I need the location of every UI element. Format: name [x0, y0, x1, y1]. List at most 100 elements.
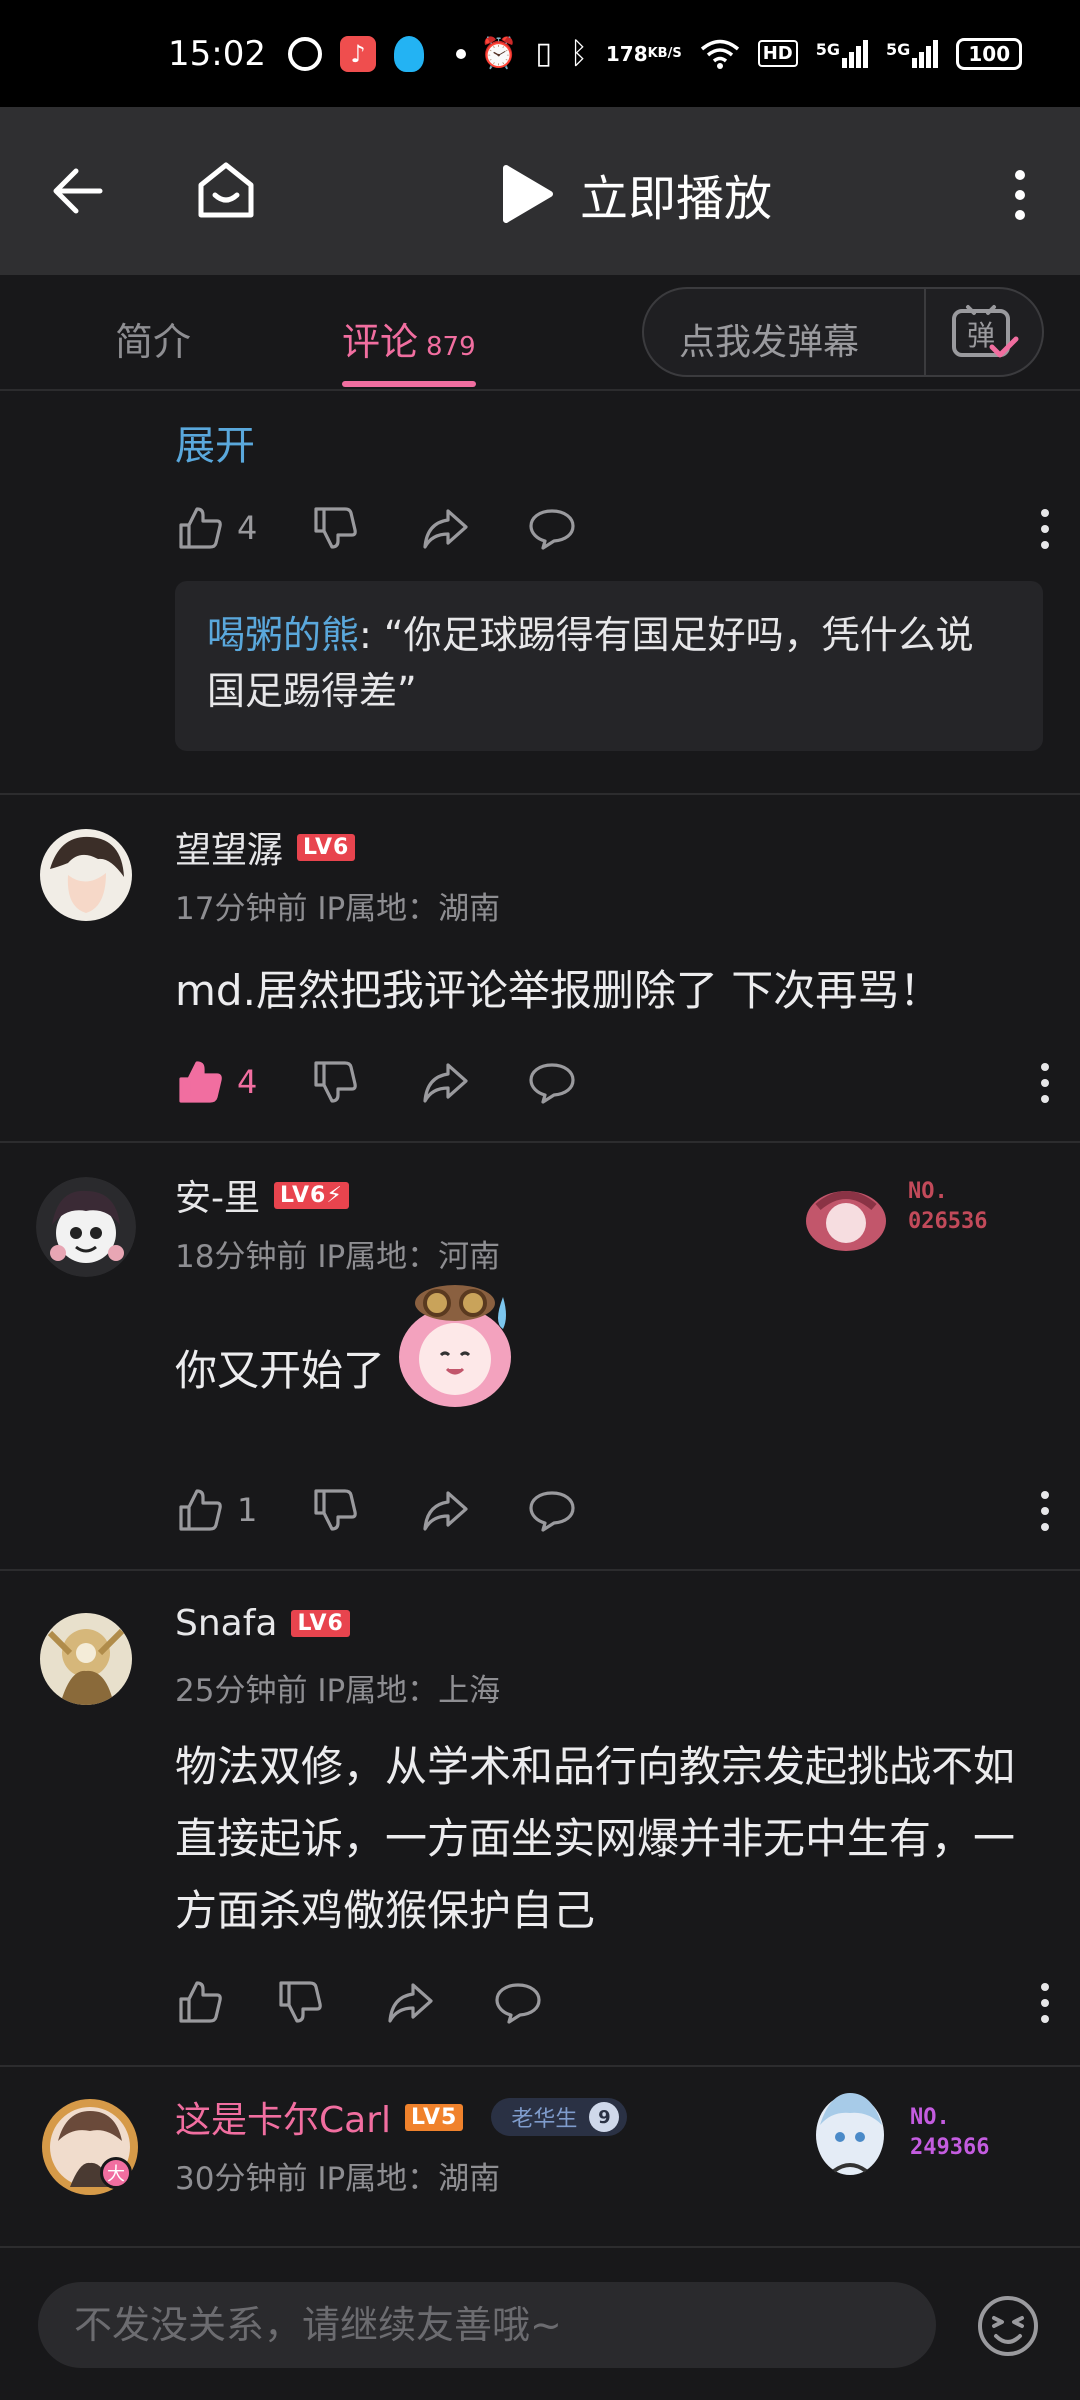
ip-location: IP属地：湖南 — [317, 891, 501, 927]
avatar[interactable] — [40, 829, 132, 921]
share-icon — [423, 1063, 468, 1103]
fan-badge-image — [816, 2093, 884, 2175]
home-icon[interactable] — [195, 159, 257, 221]
like-count: 1 — [237, 1491, 258, 1529]
comment-meta: 25分钟前 IP属地：上海 — [175, 1665, 500, 1710]
play-now-label: 立即播放 — [580, 171, 773, 227]
comment-input[interactable] — [38, 2282, 936, 2368]
comment-text-row[interactable]: 你又开始了 — [175, 1267, 1045, 1407]
emoji-icon[interactable] — [976, 2294, 1040, 2358]
comments-count: 879 — [426, 332, 476, 362]
username-text: 望望潺 — [175, 830, 284, 871]
ip-location: IP属地：湖南 — [317, 2161, 501, 2197]
avatar[interactable] — [36, 1177, 136, 1277]
reply-button[interactable] — [527, 1057, 577, 1107]
expand-link[interactable]: 展开 — [175, 413, 255, 471]
danmaku-input-button[interactable]: 点我发弹幕 弹 — [642, 287, 1044, 377]
comment-actions: 4 — [175, 1057, 1055, 1113]
username-text: 这是卡尔Carl — [175, 2100, 392, 2141]
signal-sim2-icon: 5G — [886, 39, 939, 68]
wifi-icon — [700, 38, 740, 70]
thumbs-down-icon — [314, 507, 357, 549]
share-button[interactable] — [420, 1057, 470, 1107]
thumbs-up-icon — [179, 1981, 222, 2023]
thumbs-up-icon — [179, 1489, 222, 1531]
more-options-icon[interactable] — [1000, 165, 1040, 225]
dislike-button[interactable] — [310, 503, 360, 553]
share-icon — [388, 1983, 433, 2023]
avatar[interactable]: 大 — [40, 2097, 140, 2197]
share-icon — [423, 509, 468, 549]
comment-bubble-icon — [529, 1491, 575, 1532]
comment-actions — [175, 1977, 1055, 2033]
danmaku-toggle-icon[interactable]: 弹 — [944, 303, 1024, 363]
back-arrow-icon[interactable] — [50, 163, 106, 219]
divider — [0, 2065, 1080, 2067]
vibrate-icon: ▯ — [535, 36, 552, 71]
avatar[interactable] — [40, 1613, 132, 1705]
like-button[interactable] — [175, 1977, 225, 2027]
dislike-button[interactable] — [310, 1057, 360, 1107]
reply-button[interactable] — [527, 503, 577, 553]
share-button[interactable] — [420, 1485, 470, 1535]
like-button[interactable]: 1 — [175, 1485, 257, 1535]
fan-badge[interactable]: NO. 249366 — [810, 2085, 1050, 2175]
tab-comments[interactable]: 评论 879 — [342, 311, 476, 366]
share-button[interactable] — [385, 1977, 435, 2027]
comment-more-icon[interactable] — [1035, 1489, 1055, 1537]
clock: 15:02 — [168, 33, 266, 74]
thumbs-down-icon — [279, 1981, 322, 2023]
comment-more-icon[interactable] — [1035, 1061, 1055, 1109]
like-count: 4 — [237, 509, 258, 547]
reply-preview[interactable]: 喝粥的熊: “你足球踢得有国足好吗，凭什么说国足踢得差” — [175, 581, 1043, 751]
hd-voice-icon: HD — [757, 40, 798, 67]
username-text: 安-里 — [175, 1178, 260, 1219]
comment-bubble-icon — [529, 1063, 575, 1104]
level-badge: LV6 — [291, 1610, 350, 1637]
like-button[interactable]: 4 — [175, 1057, 257, 1107]
netease-music-icon — [287, 36, 322, 71]
reply-author[interactable]: 喝粥的熊 — [207, 613, 359, 657]
play-now-button[interactable]: 立即播放 — [500, 159, 772, 229]
comment-more-icon[interactable] — [1035, 1981, 1055, 2029]
comment-list[interactable]: 展开 4 喝粥的熊: “你足球踢得有国足好吗，凭什么说国足踢得差” 望望潺 LV6… — [0, 393, 1080, 2243]
fan-badge[interactable]: NO. 026536 — [788, 1177, 1028, 1257]
comment-input-bar — [0, 2246, 1080, 2400]
divider — [0, 1569, 1080, 1571]
level-badge: LV6⚡ — [274, 1181, 349, 1209]
username-text: Snafa — [175, 1603, 278, 1644]
comment-time: 30分钟前 — [175, 2161, 308, 2197]
tab-bar: 简介 评论 879 点我发弹幕 弹 — [0, 275, 1080, 391]
fan-badge-image — [806, 1191, 886, 1251]
share-button[interactable] — [420, 503, 470, 553]
medal-name: 老华生 — [511, 2107, 578, 2132]
music-app-icon: ♪ — [339, 35, 376, 72]
tab-intro[interactable]: 简介 — [115, 311, 191, 366]
reply-button[interactable] — [527, 1485, 577, 1535]
username[interactable]: Snafa LV6 — [175, 1603, 350, 1644]
comment-text[interactable]: md.居然把我评论举报删除了 下次再骂！ — [175, 955, 1045, 1027]
like-button[interactable]: 4 — [175, 503, 257, 553]
comment-text: 你又开始了 — [175, 1346, 386, 1395]
battery-icon: 100 — [956, 37, 1023, 70]
username[interactable]: 望望潺 LV6 — [175, 821, 356, 873]
ip-location: IP属地：上海 — [317, 1673, 501, 1709]
dislike-button[interactable] — [310, 1485, 360, 1535]
username[interactable]: 这是卡尔Carl LV5 老华生 9 — [175, 2091, 628, 2143]
fan-number: NO. 249366 — [910, 2105, 990, 2160]
comment-text[interactable]: 物法双修，从学术和品行向教宗发起挑战不如直接起诉，一方面坐实网爆并非无中生有，一… — [175, 1731, 1045, 1947]
danmaku-divider — [924, 289, 926, 375]
avatar-vip-badge: 大 — [100, 2157, 132, 2189]
bluetooth-icon: ᛒ — [569, 36, 588, 71]
dislike-button[interactable] — [275, 1977, 325, 2027]
alarm-icon: ⏰ — [479, 36, 518, 71]
thumbs-up-icon — [179, 507, 222, 549]
comment-actions: 4 — [175, 503, 1055, 559]
medal-badge[interactable]: 老华生 9 — [491, 2098, 628, 2136]
comment-meta: 30分钟前 IP属地：湖南 — [175, 2153, 500, 2198]
comment-time: 17分钟前 — [175, 891, 308, 927]
reply-button[interactable] — [493, 1977, 543, 2027]
share-icon — [423, 1491, 468, 1531]
comment-more-icon[interactable] — [1035, 507, 1055, 555]
username[interactable]: 安-里 LV6⚡ — [175, 1169, 349, 1221]
